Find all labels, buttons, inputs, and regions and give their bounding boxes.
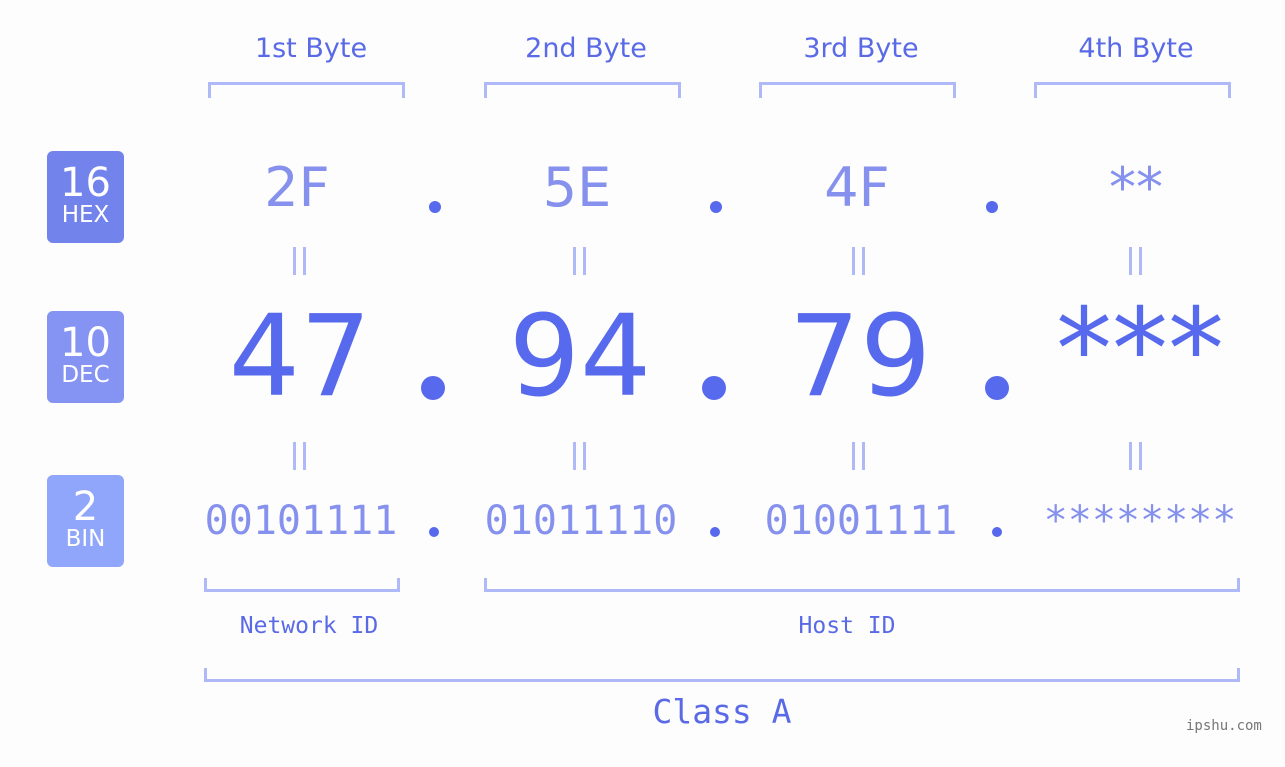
equals-icon [849,442,869,470]
equals-icon [290,247,310,275]
hex-badge: 16 HEX [47,151,124,243]
byte-label-3: 3rd Byte [803,33,919,64]
byte-bracket-4 [1034,82,1231,98]
byte-label-4: 4th Byte [1078,33,1194,64]
dec-value-2: 94 [508,292,652,422]
hex-separator-dot [429,201,441,213]
bin-separator-dot [710,527,720,537]
bin-badge-number: 2 [72,484,99,530]
hex-badge-label: HEX [61,202,110,228]
dec-value-4: *** [1056,285,1224,415]
class-label: Class A [652,692,792,731]
bin-value-1: 00101111 [204,498,398,544]
hex-separator-dot [986,201,998,213]
host-id-bracket [484,578,1240,592]
equals-icon [570,247,590,275]
bin-value-3: 01001111 [764,498,958,544]
byte-bracket-2 [484,82,681,98]
hex-separator-dot [710,201,722,213]
network-id-bracket [204,578,400,592]
dec-separator-dot [702,376,726,400]
site-watermark: ipshu.com [1186,718,1262,734]
hex-value-2: 5E [542,156,612,219]
dec-separator-dot [421,376,445,400]
bin-badge: 2 BIN [47,475,124,567]
hex-value-3: 4F [824,156,890,219]
bin-value-2: 01011110 [484,498,678,544]
byte-label-2: 2nd Byte [525,33,647,64]
network-id-label: Network ID [239,613,379,639]
equals-icon [1126,247,1146,275]
equals-icon [849,247,869,275]
dec-separator-dot [985,376,1009,400]
class-bracket [204,668,1240,682]
host-id-label: Host ID [798,613,896,639]
equals-icon [570,442,590,470]
bin-value-4: ******** [1043,498,1237,544]
bin-separator-dot [992,527,1002,537]
bin-badge-label: BIN [65,526,106,552]
dec-badge: 10 DEC [47,311,124,403]
equals-icon [290,442,310,470]
byte-bracket-3 [759,82,956,98]
hex-value-4: ** [1109,156,1163,219]
dec-value-3: 79 [788,292,932,422]
dec-value-1: 47 [228,292,372,422]
hex-badge-number: 16 [60,160,111,206]
bin-separator-dot [429,527,439,537]
dec-badge-number: 10 [60,320,111,366]
byte-bracket-1 [208,82,405,98]
dec-badge-label: DEC [61,362,110,388]
byte-label-1: 1st Byte [254,33,368,64]
hex-value-1: 2F [264,156,330,219]
equals-icon [1126,442,1146,470]
